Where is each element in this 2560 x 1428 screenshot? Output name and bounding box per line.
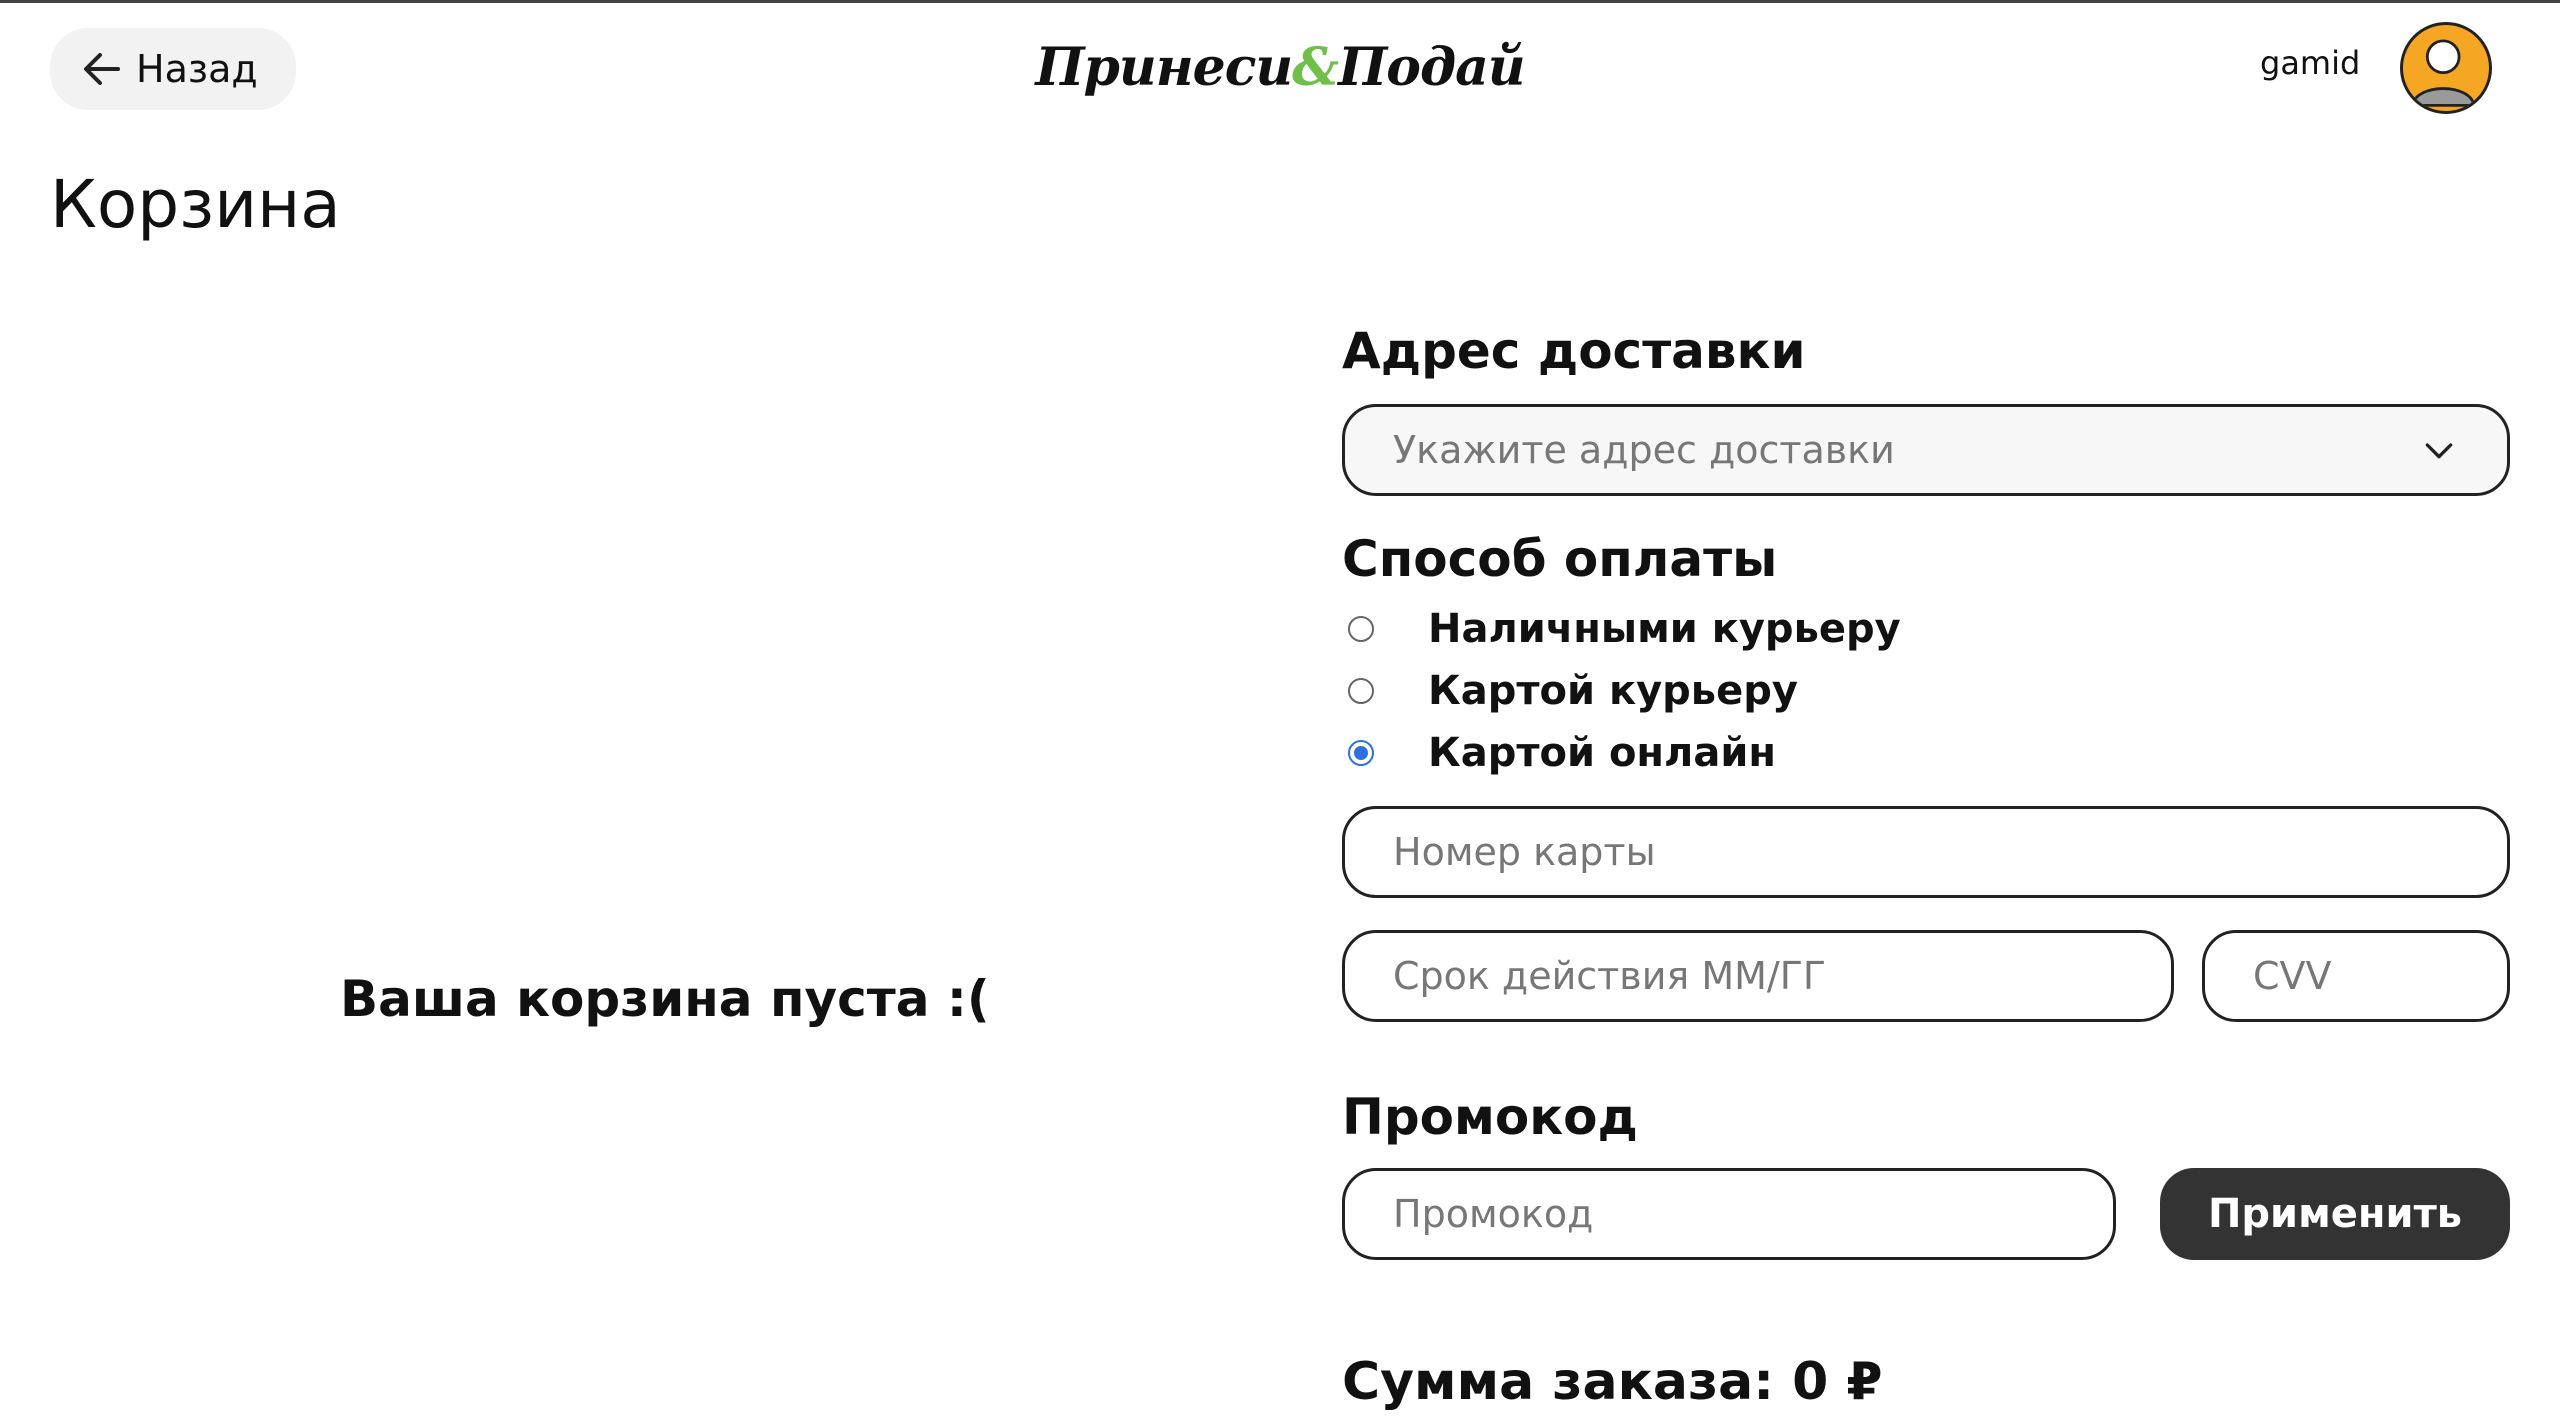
apply-promo-button[interactable]: Применить	[2160, 1168, 2510, 1260]
arrow-left-icon	[84, 53, 120, 85]
promo-input[interactable]	[1342, 1168, 2116, 1260]
chevron-down-icon	[2425, 443, 2453, 459]
back-label: Назад	[136, 47, 258, 91]
card-expiry-input[interactable]	[1342, 930, 2174, 1022]
avatar[interactable]	[2400, 22, 2492, 114]
logo-part2: Подай	[1338, 36, 1525, 98]
payment-option-cash[interactable]: Наличными курьеру	[1348, 606, 1901, 652]
page-title: Корзина	[50, 166, 341, 243]
radio-card-online[interactable]	[1348, 740, 1374, 766]
delivery-heading: Адрес доставки	[1342, 322, 1806, 380]
radio-card-courier[interactable]	[1348, 678, 1374, 704]
logo[interactable]: Принеси & Подай	[1035, 22, 1525, 112]
payment-option-card-courier[interactable]: Картой курьеру	[1348, 668, 1798, 714]
back-button[interactable]: Назад	[50, 28, 296, 110]
payment-option-label: Картой курьеру	[1428, 668, 1798, 714]
top-border	[0, 0, 2560, 3]
order-total: Сумма заказа: 0 ₽	[1342, 1352, 1883, 1412]
address-placeholder: Укажите адрес доставки	[1393, 428, 1895, 472]
payment-option-label: Наличными курьеру	[1428, 606, 1901, 652]
promo-heading: Промокод	[1342, 1088, 1638, 1146]
payment-option-label: Картой онлайн	[1428, 730, 1777, 776]
address-select[interactable]: Укажите адрес доставки	[1342, 404, 2510, 496]
card-number-input[interactable]	[1342, 806, 2510, 898]
logo-part1: Принеси	[1035, 36, 1293, 98]
payment-option-card-online[interactable]: Картой онлайн	[1348, 730, 1776, 776]
logo-amp: &	[1292, 36, 1339, 98]
user-icon	[2410, 39, 2476, 107]
username[interactable]: gamid	[2260, 44, 2360, 82]
radio-cash[interactable]	[1348, 616, 1374, 642]
empty-cart-message: Ваша корзина пуста :(	[340, 970, 990, 1028]
payment-heading: Способ оплаты	[1342, 530, 1778, 588]
card-cvv-input[interactable]	[2202, 930, 2510, 1022]
